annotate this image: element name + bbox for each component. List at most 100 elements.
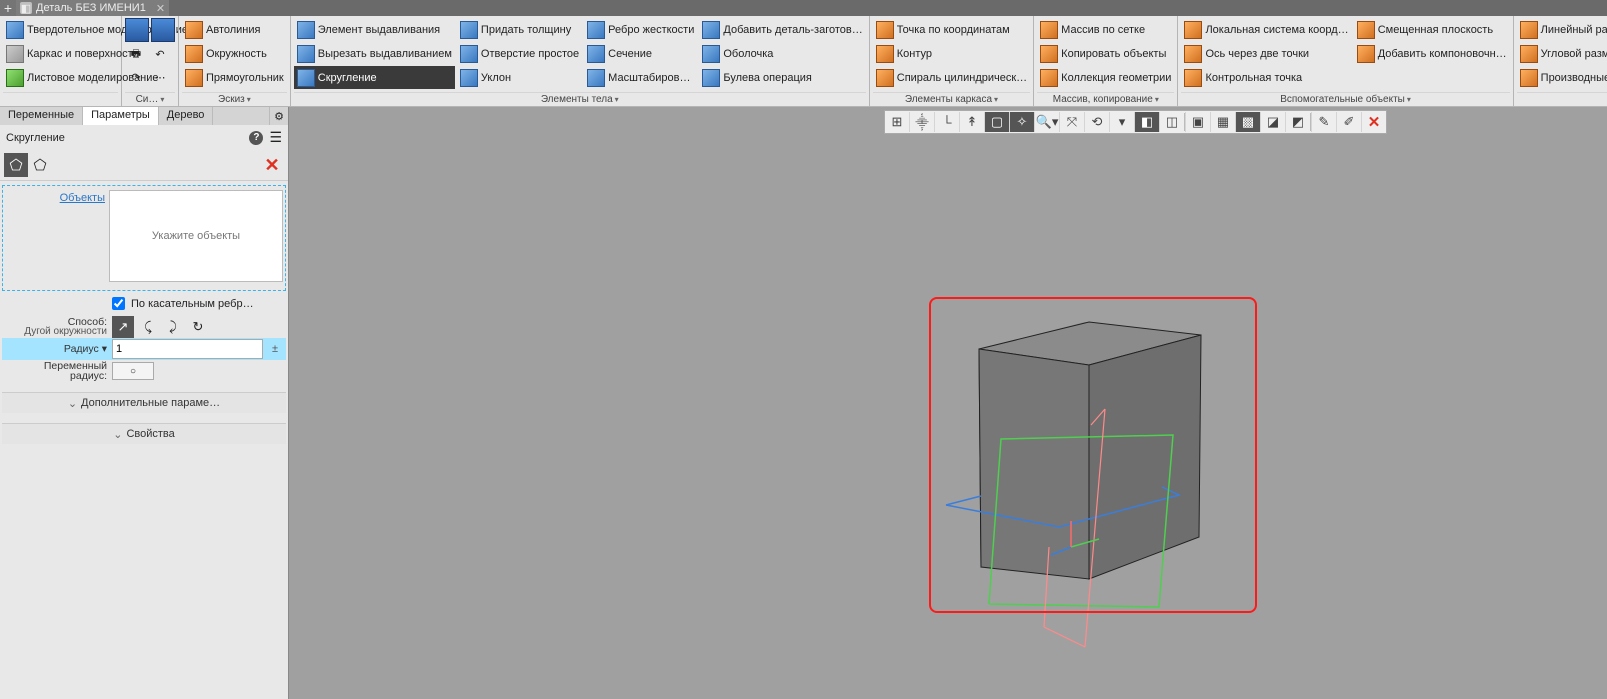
- btn-addcomp[interactable]: Добавить компоновочн…: [1354, 42, 1510, 65]
- sidebar: Переменные Параметры Дерево ⚙ Скругление…: [0, 107, 289, 699]
- sidebar-tabs: Переменные Параметры Дерево ⚙: [0, 107, 288, 125]
- group-frame: Точка по координатам Контур Спираль цили…: [870, 16, 1034, 106]
- btn-copy-obj[interactable]: Копировать объекты: [1037, 42, 1174, 65]
- method-opt4-icon[interactable]: ↻: [187, 316, 209, 338]
- more-icon[interactable]: ⋯: [149, 66, 171, 88]
- group-sketch: Автолиния Окружность Прямоугольник Эскиз: [179, 16, 291, 106]
- section-props[interactable]: Свойства: [2, 423, 286, 444]
- save-icon[interactable]: [125, 18, 149, 42]
- btn-contour[interactable]: Контур: [873, 42, 1030, 65]
- btn-ctrlpt[interactable]: Контрольная точка: [1181, 66, 1351, 89]
- panel-title: Скругление: [6, 132, 249, 144]
- close-icon[interactable]: ✕: [156, 2, 165, 15]
- title-bar: + ◧ Деталь БЕЗ ИМЕНИ1 ✕: [0, 0, 1607, 16]
- group-label-copy[interactable]: Массив, копирование: [1037, 92, 1174, 106]
- tool-create[interactable]: ⬠: [4, 153, 28, 177]
- btn-add-part[interactable]: Добавить деталь-заготов…: [699, 18, 865, 41]
- radius-spin[interactable]: ±: [266, 343, 284, 355]
- method-opt2-icon[interactable]: ⤹: [137, 316, 159, 338]
- settings-icon[interactable]: ☰: [269, 129, 282, 146]
- objects-hint: Укажите объекты: [152, 230, 240, 242]
- panel-toolbar: ⬠ ⬠ ✕: [0, 150, 288, 181]
- group-copy: Массив по сетке Копировать объекты Колле…: [1034, 16, 1178, 106]
- group-dim: Линейный размер Угловой размер Производн…: [1514, 16, 1607, 106]
- group-label-sys[interactable]: Си…: [125, 92, 175, 106]
- document-tab[interactable]: ◧ Деталь БЕЗ ИМЕНИ1 ✕: [16, 0, 169, 16]
- tangent-row: По касательным ребр…: [2, 291, 286, 316]
- print-icon[interactable]: 🖶: [125, 43, 147, 65]
- tab-variables[interactable]: Переменные: [0, 107, 83, 125]
- panel-header: Скругление ? ☰: [0, 125, 288, 150]
- method-icons: ↗ ⤹ ⤸ ↻: [112, 316, 209, 338]
- radius-input[interactable]: [112, 339, 263, 359]
- btn-extrude[interactable]: Элемент выдавливания: [294, 18, 455, 41]
- objects-box[interactable]: Укажите объекты: [109, 190, 283, 282]
- gear-icon[interactable]: ⚙: [269, 107, 288, 125]
- tangent-checkbox[interactable]: [112, 297, 125, 310]
- group-quick: 🖶 ↶ ↷ ⋯ Си…: [122, 16, 179, 106]
- redo-icon[interactable]: ↷: [125, 66, 147, 88]
- group-aux: Локальная система коорд… Ось через две т…: [1178, 16, 1513, 106]
- plane-red-edge2: [1044, 627, 1085, 647]
- group-label-body[interactable]: Элементы тела: [294, 92, 866, 106]
- variable-row: Переменный радиус: ○: [2, 360, 286, 382]
- group-body: Элемент выдавливания Вырезать выдавливан…: [291, 16, 870, 106]
- group-label-dim[interactable]: Размеры: [1517, 92, 1607, 106]
- group-label-sketch[interactable]: Эскиз: [182, 92, 287, 106]
- save-as-icon[interactable]: [151, 18, 175, 42]
- objects-block: Объекты Укажите объекты: [2, 185, 286, 291]
- close-panel-icon[interactable]: ✕: [260, 155, 284, 176]
- group-label-frame[interactable]: Элементы каркаса: [873, 92, 1030, 106]
- radius-label: Радиус: [64, 343, 99, 355]
- btn-rect[interactable]: Прямоугольник: [182, 66, 287, 89]
- viewport[interactable]: ⊞ ⸎ └ ↟ ▢ ✧ 🔍▾ ⤧ ⟲ ▾ ◧ ◫ ▣ ▦ ▩ ◪ ◩ ✎ ✐ ✕: [289, 107, 1607, 699]
- btn-pattern-grid[interactable]: Массив по сетке: [1037, 18, 1174, 41]
- variable-toggle[interactable]: ○: [112, 362, 154, 380]
- btn-circle[interactable]: Окружность: [182, 42, 287, 65]
- panel-body: Объекты Укажите объекты По касательным р…: [0, 181, 288, 699]
- new-tab-button[interactable]: +: [0, 0, 16, 16]
- btn-spiral[interactable]: Спираль цилиндрическ…: [873, 66, 1030, 89]
- section-extra[interactable]: Дополнительные параме…: [2, 392, 286, 413]
- method-row: Способ: Дугой окружности ↗ ⤹ ⤸ ↻: [2, 316, 286, 338]
- btn-section[interactable]: Сечение: [584, 42, 697, 65]
- main-area: Переменные Параметры Дерево ⚙ Скругление…: [0, 107, 1607, 699]
- btn-scale[interactable]: Масштабиров…: [584, 66, 697, 89]
- section-props-label[interactable]: Свойства: [2, 424, 286, 444]
- btn-lcs[interactable]: Локальная система коорд…: [1181, 18, 1351, 41]
- group-modes: Твердотельное моделирование Каркас и пов…: [0, 16, 122, 106]
- btn-dim-angular[interactable]: Угловой размер: [1517, 42, 1607, 65]
- objects-label[interactable]: Объекты: [5, 190, 109, 282]
- help-icon[interactable]: ?: [249, 131, 263, 145]
- btn-point[interactable]: Точка по координатам: [873, 18, 1030, 41]
- radius-row: Радиус ▾ ±: [2, 338, 286, 360]
- tab-tree[interactable]: Дерево: [159, 107, 214, 125]
- btn-dim-derived[interactable]: Производные размеры: [1517, 66, 1607, 89]
- btn-draft[interactable]: Уклон: [457, 66, 582, 89]
- btn-fillet[interactable]: Скругление: [294, 66, 455, 89]
- method-name: Дугой окружности: [24, 327, 107, 337]
- method-opt3-icon[interactable]: ⤸: [162, 316, 184, 338]
- tool-preview[interactable]: ⬠: [28, 153, 52, 177]
- undo-icon[interactable]: ↶: [149, 43, 171, 65]
- tangent-label: По касательным ребр…: [131, 298, 254, 310]
- btn-cut[interactable]: Вырезать выдавливанием: [294, 42, 455, 65]
- btn-bool[interactable]: Булева операция: [699, 66, 865, 89]
- tab-parameters[interactable]: Параметры: [83, 107, 159, 125]
- group-label-aux[interactable]: Вспомогательные объекты: [1181, 92, 1509, 106]
- btn-offplane[interactable]: Смещенная плоскость: [1354, 18, 1510, 41]
- btn-collection[interactable]: Коллекция геометрии: [1037, 66, 1174, 89]
- btn-autoline[interactable]: Автолиния: [182, 18, 287, 41]
- document-title: Деталь БЕЗ ИМЕНИ1: [36, 2, 146, 14]
- variable-label: Переменный радиус:: [4, 361, 109, 382]
- ribbon: Твердотельное моделирование Каркас и пов…: [0, 16, 1607, 107]
- method-arc-icon[interactable]: ↗: [112, 316, 134, 338]
- btn-axis[interactable]: Ось через две точки: [1181, 42, 1351, 65]
- section-extra-label[interactable]: Дополнительные параме…: [2, 393, 286, 413]
- btn-dim-linear[interactable]: Линейный размер: [1517, 18, 1607, 41]
- btn-rib[interactable]: Ребро жесткости: [584, 18, 697, 41]
- btn-hole[interactable]: Отверстие простое: [457, 42, 582, 65]
- highlight-box: [929, 297, 1257, 613]
- btn-thicken[interactable]: Придать толщину: [457, 18, 582, 41]
- btn-shell[interactable]: Оболочка: [699, 42, 865, 65]
